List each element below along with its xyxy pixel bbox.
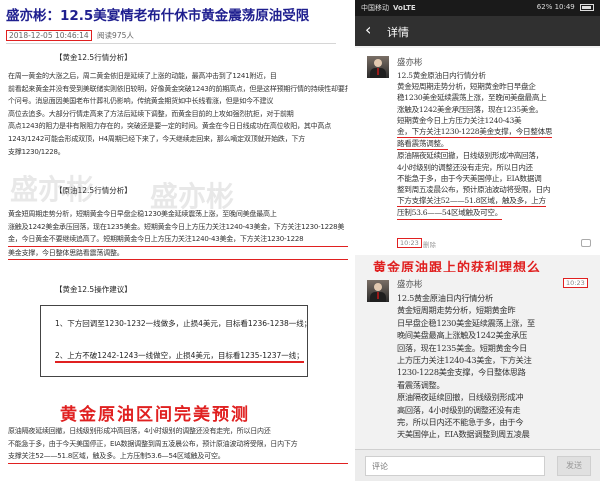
status-battery-time: 62% 10:49 (536, 3, 575, 11)
phone-screenshot: 中国移动 VoLTE 62% 10:49 ‹ 详情 盛亦彬 12.5黄金原油日内行… (355, 0, 600, 481)
article-date: 2018-12-05 10:46:14 (6, 30, 92, 41)
comment-bar: 发送 (355, 449, 600, 481)
message-body: 12.5黄金原油日内行情分析 黄金短周期走势分析，短期黄金昨日早盘企 稳1230… (397, 70, 600, 220)
operation-1: 1、下方回调至1230-1232一线做多，止损4美元，目标看1236-1238一… (55, 319, 312, 328)
app-bar: ‹ 详情 (355, 16, 600, 46)
avatar[interactable] (367, 280, 389, 302)
article-screenshot: 盛亦彬：12.5美宴情老布什休市黄金震荡原油受限 2018-12-05 10:4… (0, 0, 355, 481)
volte-badge: VoLTE (393, 4, 416, 12)
divider (6, 43, 336, 44)
page-title: 详情 (387, 26, 409, 39)
message-card: 盛亦彬 10:23 12.5黄金原油日内行情分析 黄金短周期走势分析，短期黄金昨… (355, 272, 600, 447)
article-meta: 2018-12-05 10:46:14 阅读975人 (6, 30, 134, 41)
send-button[interactable]: 发送 (557, 456, 591, 476)
message-card: 盛亦彬 12.5黄金原油日内行情分析 黄金短周期走势分析，短期黄金昨日早盘企 稳… (355, 48, 600, 255)
status-bar: 中国移动 VoLTE 62% 10:49 (355, 0, 600, 16)
comment-input[interactable] (365, 456, 545, 476)
section-heading-ops: 【黄金12.5操作建议】 (55, 285, 132, 294)
message-author[interactable]: 盛亦彬 (397, 56, 423, 68)
article-views: 阅读975人 (97, 31, 134, 40)
watermark: 盛亦彬 (150, 180, 235, 213)
paragraph-gold-analysis: 在周一黄金的大涨之后，周二黄金依旧是延续了上涨的动能，最高冲击到了1241附近，… (8, 72, 348, 156)
battery-icon (580, 3, 594, 11)
message-author[interactable]: 盛亦彬 (397, 278, 423, 290)
message-time: 10:23 (397, 238, 422, 248)
carrier-label: 中国移动 (361, 4, 389, 12)
comment-bubble-icon[interactable] (581, 239, 591, 247)
article-title: 盛亦彬：12.5美宴情老布什休市黄金震荡原油受限 (6, 8, 310, 24)
operation-2: 2、上方不破1242-1243一线做空，止损4美元，目标看1235-1237一线… (55, 350, 304, 363)
annotation-perfect-prediction: 黄金原油区间完美预测 (60, 405, 250, 425)
paragraph-oil-forecast: 原油隔夜延续回撤，日线级别形成冲高回落，4小时级别的调整还没有走完，所以日内还 … (8, 425, 348, 464)
operation-advice-box: 1、下方回调至1230-1232一线做多，止损4美元，目标看1236-1238一… (40, 305, 312, 377)
section-heading-gold: 【黄金12.5行情分析】 (55, 53, 132, 62)
watermark: 盛亦彬 (10, 173, 95, 206)
message-time: 10:23 (563, 278, 588, 288)
avatar[interactable] (367, 56, 389, 78)
delete-link[interactable]: 删除 (423, 239, 436, 249)
back-arrow-icon[interactable]: ‹ (365, 20, 371, 39)
message-body: 12.5黄金原油日内行情分析 黄金短周期走势分析，短期黄金昨 日早盘企稳1230… (397, 293, 535, 440)
paragraph-oil-analysis: 黄金短周期走势分析，短期黄金今日早盘企稳1230美金延续震荡上涨，至晚间美盘最高… (8, 208, 348, 261)
